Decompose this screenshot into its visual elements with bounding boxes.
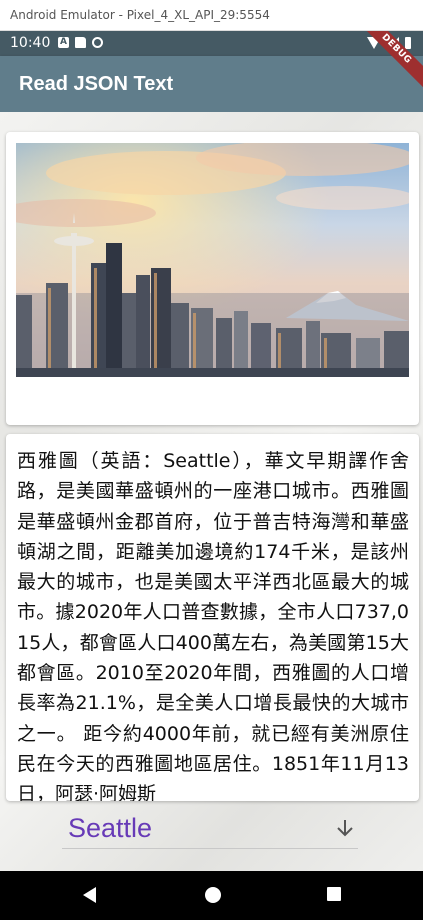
status-time: 10:40 <box>10 35 51 51</box>
text-card[interactable]: 西雅圖（英語：Seattle），華文早期譯作舍路，是美國華盛頓州的一座港口城市。… <box>6 434 419 801</box>
image-card <box>6 132 419 425</box>
sync-icon <box>92 37 103 48</box>
home-icon <box>205 887 221 903</box>
system-icons <box>367 37 411 49</box>
a-notification-icon: A <box>58 37 69 48</box>
back-icon <box>83 887 96 903</box>
dropdown-selected-value: Seattle <box>68 813 153 843</box>
city-dropdown[interactable]: Seattle <box>62 808 358 849</box>
wifi-icon <box>367 37 381 49</box>
emulator-window-title: Android Emulator - Pixel_4_XL_API_29:555… <box>0 0 423 31</box>
battery-icon <box>405 37 411 49</box>
back-button[interactable] <box>60 871 120 920</box>
sd-card-icon <box>75 37 86 48</box>
app-bar: Read JSON Text <box>0 56 423 112</box>
recents-button[interactable] <box>304 871 364 920</box>
app-bar-title: Read JSON Text <box>19 73 174 95</box>
system-navigation-bar <box>0 871 423 920</box>
status-bar: 10:40 A <box>0 31 423 56</box>
seattle-skyline-image <box>16 143 409 377</box>
arrow-down-icon <box>337 820 353 837</box>
recents-icon <box>327 887 341 901</box>
signal-icon <box>387 37 399 49</box>
notification-icons: A <box>58 37 103 48</box>
main-content[interactable]: 西雅圖（英語：Seattle），華文早期譯作舍路，是美國華盛頓州的一座港口城市。… <box>0 112 423 871</box>
home-button[interactable] <box>182 871 242 920</box>
city-description-text: 西雅圖（英語：Seattle），華文早期譯作舍路，是美國華盛頓州的一座港口城市。… <box>17 450 409 801</box>
